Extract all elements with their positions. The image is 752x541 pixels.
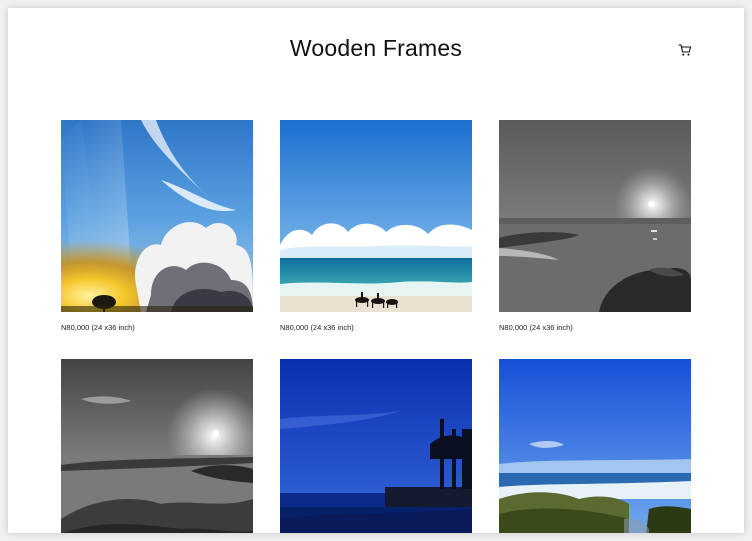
product-card[interactable]: N80,000 (24 x36 inch) bbox=[280, 120, 472, 332]
product-image[interactable] bbox=[61, 359, 253, 533]
product-image[interactable] bbox=[499, 359, 691, 533]
page: Wooden Frames N80,000 (24 x36 inch) N80,… bbox=[8, 8, 744, 533]
header: Wooden Frames bbox=[8, 8, 744, 88]
product-price: N80,000 (24 x36 inch) bbox=[61, 323, 135, 332]
product-image[interactable] bbox=[499, 120, 691, 312]
product-price: N80,000 (24 x36 inch) bbox=[499, 323, 573, 332]
product-image[interactable] bbox=[280, 120, 472, 312]
product-image[interactable] bbox=[280, 359, 472, 533]
product-card[interactable] bbox=[499, 359, 691, 533]
product-image[interactable] bbox=[61, 120, 253, 312]
product-card[interactable]: N80,000 (24 x36 inch) bbox=[499, 120, 691, 332]
product-card[interactable]: N80,000 (24 x36 inch) bbox=[61, 120, 253, 332]
product-card[interactable] bbox=[280, 359, 472, 533]
cart-icon[interactable] bbox=[678, 43, 692, 57]
product-card[interactable] bbox=[61, 359, 253, 533]
page-title: Wooden Frames bbox=[289, 35, 463, 61]
product-price: N80,000 (24 x36 inch) bbox=[280, 323, 354, 332]
